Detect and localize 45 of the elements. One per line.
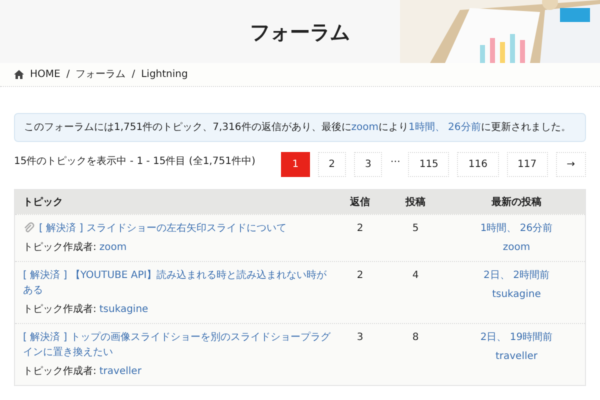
topic-link[interactable]: [ 解決済 ] スライドショーの左右矢印スライドについて	[39, 221, 286, 236]
reply-count: 2	[356, 269, 364, 283]
breadcrumb-current: Lightning	[141, 68, 188, 82]
last-post-user-link[interactable]: traveller	[495, 349, 538, 364]
topic-count-summary: 15件のトピックを表示中 - 1 - 15件目 (全1,751件中)	[14, 154, 256, 169]
page-button[interactable]: 117	[506, 152, 548, 177]
column-header: トピック	[22, 196, 64, 210]
last-post-time-link[interactable]: 2日、 2時間前	[484, 268, 550, 284]
author-link[interactable]: tsukagine	[99, 302, 148, 317]
breadcrumb-link[interactable]: フォーラム	[76, 67, 126, 82]
page-button[interactable]: 115	[408, 152, 450, 177]
breadcrumb-separator: /	[132, 68, 136, 82]
breadcrumb-link[interactable]: HOME	[30, 67, 60, 82]
page-button[interactable]: 2	[318, 152, 346, 177]
page-title: フォーラム	[250, 18, 350, 46]
post-count: 5	[411, 222, 420, 236]
reply-count: 2	[356, 222, 364, 236]
page-button[interactable]: 116	[457, 152, 499, 177]
topic-link[interactable]: [ 解決済 ] 【YOUTUBE API】読み込まれる時と読み込まれない時がある	[23, 268, 331, 298]
author-label: トピック作成者:	[23, 240, 96, 255]
last-post-time-link[interactable]: 1時間、 26分前	[480, 221, 553, 237]
column-header: 投稿	[404, 196, 426, 210]
forum-info-notice: このフォーラムには1,751件のトピック、7,316件の返信があり、最後にzoomにより 1時間、 26分前に更新されました。	[14, 113, 586, 142]
pagination-ellipsis: …	[390, 153, 400, 167]
topic-link[interactable]: [ 解決済 ] トップの画像スライドショーを別のスライドショープラグインに置き換えたい	[23, 330, 331, 360]
author-link[interactable]: zoom	[99, 240, 127, 255]
page-button[interactable]: →	[556, 152, 586, 177]
author-link[interactable]: traveller	[99, 364, 142, 379]
notice-link[interactable]: 1時間、 26分前	[408, 122, 481, 133]
page-button[interactable]: 1	[281, 152, 310, 177]
post-count: 8	[411, 331, 420, 345]
home-icon	[14, 70, 24, 79]
page-button[interactable]: 3	[354, 152, 382, 177]
notice-link[interactable]: zoom	[351, 122, 378, 133]
column-header: 最新の投稿	[490, 195, 542, 210]
breadcrumb-separator: /	[66, 68, 70, 82]
author-label: トピック作成者:	[23, 302, 96, 317]
paperclip-icon	[23, 222, 35, 234]
post-count: 4	[411, 269, 420, 283]
reply-count: 3	[356, 331, 364, 345]
author-label: トピック作成者:	[23, 364, 96, 379]
last-post-time-link[interactable]: 2日、 19時間前	[480, 330, 553, 346]
last-post-user-link[interactable]: zoom	[502, 240, 530, 255]
last-post-user-link[interactable]: tsukagine	[492, 287, 541, 302]
column-header: 返信	[349, 196, 371, 210]
